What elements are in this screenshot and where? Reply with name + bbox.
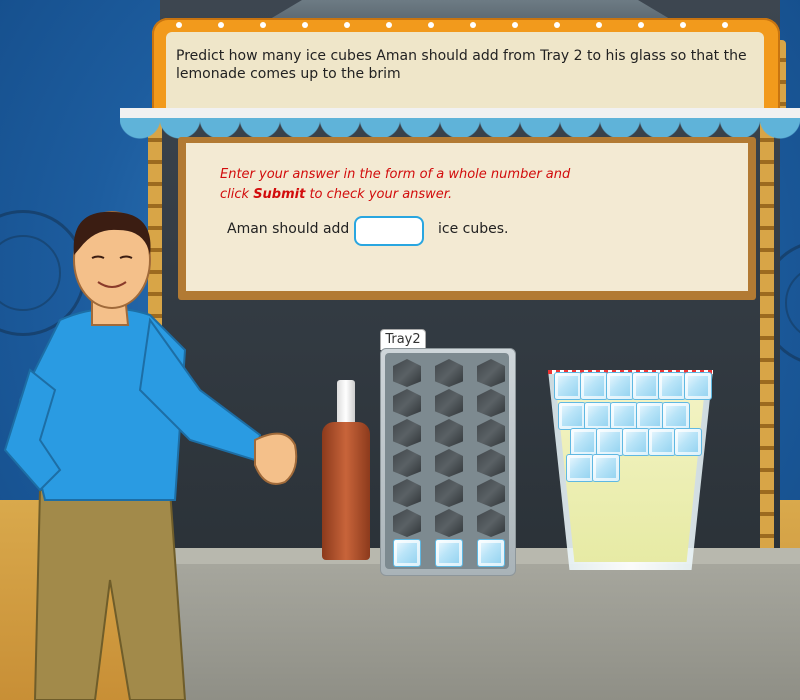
lemonade-glass [548,370,713,570]
glass-ice-cube [558,402,586,430]
aman-character [3,211,298,700]
glass-ice-cube [684,372,712,400]
tray-empty-slot [477,449,505,477]
tray-empty-slot [477,479,505,507]
tray-empty-slot [477,389,505,417]
tray-empty-slot [393,479,421,507]
stall-pole-right [760,120,774,560]
tray-label: Tray2 [380,329,426,350]
awning [120,108,800,142]
answer-input[interactable] [354,216,424,246]
tray-empty-slot [477,359,505,387]
tray-empty-slot [435,509,463,537]
glass-ice-cube [662,402,690,430]
tray-empty-slot [435,419,463,447]
tray-empty-slot [477,419,505,447]
question-sign: Predict how many ice cubes Aman should a… [152,18,780,112]
tray-empty-slot [435,359,463,387]
tray-empty-slot [393,509,421,537]
glass-ice-cube [584,402,612,430]
glass-ice-cube [580,372,608,400]
glass-ice-cube [566,454,594,482]
tray-ice-cube[interactable] [435,539,463,567]
tray-empty-slot [435,389,463,417]
question-text: Predict how many ice cubes Aman should a… [176,48,747,82]
tray-empty-slot [393,359,421,387]
instruction-text: Enter your answer in the form of a whole… [220,167,571,202]
glass-ice-cube [554,372,582,400]
tray-empty-slot [393,419,421,447]
glass-ice-cube [632,372,660,400]
glass-ice-cube [636,402,664,430]
glass-ice-cube [674,428,702,456]
answer-suffix: ice cubes. [438,221,509,237]
tray-empty-slot [393,449,421,477]
tray-empty-slot [477,509,505,537]
tray-empty-slot [393,389,421,417]
question-panel: Predict how many ice cubes Aman should a… [166,32,764,112]
tray-empty-slot [435,449,463,477]
glass-ice-cube [622,428,650,456]
glass-ice-cube [658,372,686,400]
glass-ice-cube [592,454,620,482]
glass-ice-cube [648,428,676,456]
glass-ice-cube [606,372,634,400]
ice-tray[interactable] [380,348,516,576]
game-scene: Predict how many ice cubes Aman should a… [0,0,800,700]
tray-empty-slot [435,479,463,507]
glass-ice-cube [570,428,598,456]
tray-ice-cube[interactable] [477,539,505,567]
glass-ice-cube [610,402,638,430]
glass-ice-cube [596,428,624,456]
tray-ice-cube[interactable] [393,539,421,567]
